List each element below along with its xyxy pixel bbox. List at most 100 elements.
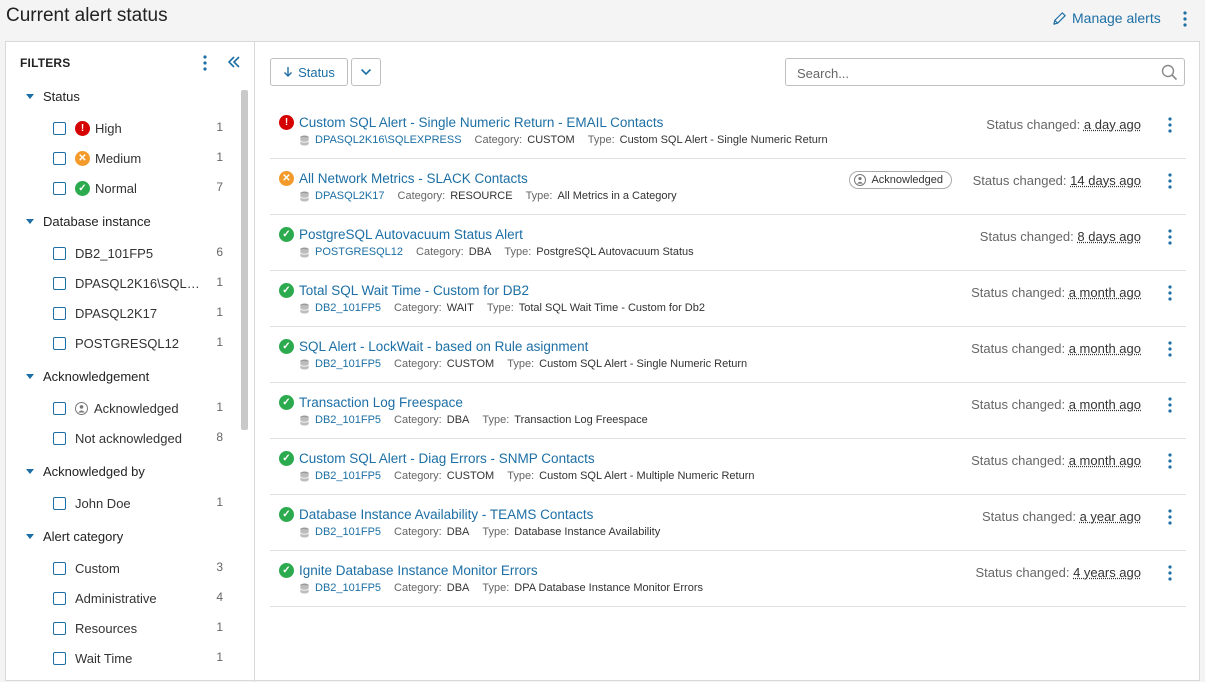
- filter-item-postgresql12[interactable]: POSTGRESQL12 1: [53, 333, 231, 353]
- filter-item-label: DB2_101FP5: [75, 245, 154, 261]
- database-link[interactable]: DB2_101FP5: [315, 414, 381, 426]
- checkbox[interactable]: [53, 336, 66, 350]
- filter-group-database-instance[interactable]: Database instance: [26, 214, 151, 229]
- alert-row[interactable]: ✓ Database Instance Availability - TEAMS …: [270, 495, 1186, 551]
- row-menu-kebab-icon[interactable]: [1164, 172, 1176, 190]
- alert-row[interactable]: ! Custom SQL Alert - Single Numeric Retur…: [270, 103, 1186, 159]
- filter-group-status[interactable]: Status: [26, 89, 80, 104]
- status-changed: Status changed: 4 years ago: [975, 565, 1141, 580]
- checkbox[interactable]: [53, 121, 66, 135]
- checkbox[interactable]: [53, 151, 66, 165]
- row-menu-kebab-icon[interactable]: [1164, 564, 1176, 582]
- type-key: Type:: [525, 190, 553, 202]
- filter-group-acknowledgement[interactable]: Acknowledgement: [26, 369, 149, 384]
- status-changed-time: a month ago: [1068, 285, 1141, 300]
- filter-item-not-acknowledged[interactable]: Not acknowledged 8: [53, 428, 231, 448]
- checkbox[interactable]: [53, 651, 66, 665]
- database-link[interactable]: DB2_101FP5: [315, 470, 381, 482]
- alert-name-link[interactable]: All Network Metrics - SLACK Contacts: [299, 171, 528, 186]
- row-menu-kebab-icon[interactable]: [1164, 116, 1176, 134]
- filter-item-label: Administrative: [75, 590, 157, 606]
- checkbox[interactable]: [53, 276, 66, 290]
- checkbox[interactable]: [53, 621, 66, 635]
- filters-menu-kebab-icon[interactable]: [198, 54, 212, 72]
- alert-name-link[interactable]: Ignite Database Instance Monitor Errors: [299, 563, 538, 578]
- database-link[interactable]: DB2_101FP5: [315, 302, 381, 314]
- status-changed: Status changed: 8 days ago: [980, 229, 1141, 244]
- filter-group-acknowledged-by[interactable]: Acknowledged by: [26, 464, 145, 479]
- alert-row[interactable]: ✕ All Network Metrics - SLACK Contacts DPA…: [270, 159, 1186, 215]
- filter-item-count: 1: [216, 495, 223, 509]
- database-link[interactable]: DB2_101FP5: [315, 358, 381, 370]
- row-menu-kebab-icon[interactable]: [1164, 508, 1176, 526]
- alert-name-link[interactable]: SQL Alert - LockWait - based on Rule asi…: [299, 339, 588, 354]
- filter-item-dpasql2k16[interactable]: DPASQL2K16\SQLEXPRESS 1: [53, 273, 231, 293]
- alert-row[interactable]: ✓ PostgreSQL Autovacuum Status Alert POSTG…: [270, 215, 1186, 271]
- checkbox[interactable]: [53, 431, 66, 445]
- acknowledged-icon: [854, 174, 867, 186]
- filters-title: FILTERS: [20, 56, 71, 70]
- filter-item-label: Medium: [95, 150, 142, 166]
- category-value: CUSTOM: [446, 470, 495, 482]
- status-changed: Status changed: a month ago: [971, 397, 1141, 412]
- search-input[interactable]: [795, 60, 1159, 86]
- sort-dropdown-button[interactable]: [351, 58, 381, 86]
- manage-alerts-link[interactable]: Manage alerts: [1052, 10, 1161, 26]
- filter-item-wait-time[interactable]: Wait Time 1: [53, 648, 231, 668]
- alert-row[interactable]: ✓ SQL Alert - LockWait - based on Rule as…: [270, 327, 1186, 383]
- chevron-down-icon: [360, 68, 372, 76]
- kebab-icon[interactable]: [1178, 10, 1192, 28]
- row-menu-kebab-icon[interactable]: [1164, 452, 1176, 470]
- type-value: DPA Database Instance Monitor Errors: [514, 582, 703, 594]
- checkbox[interactable]: [53, 401, 66, 415]
- normal-status-icon: ✓: [279, 451, 294, 466]
- type-key: Type:: [507, 358, 535, 370]
- alert-row[interactable]: ✓ Ignite Database Instance Monitor Errors…: [270, 551, 1186, 607]
- sort-status-button[interactable]: Status: [270, 58, 348, 86]
- checkbox[interactable]: [53, 496, 66, 510]
- alert-row[interactable]: ✓ Custom SQL Alert - Diag Errors - SNMP C…: [270, 439, 1186, 495]
- database-link[interactable]: DB2_101FP5: [315, 526, 381, 538]
- filter-item-custom[interactable]: Custom 3: [53, 558, 231, 578]
- filter-item-normal[interactable]: ✓ Normal 7: [53, 178, 231, 198]
- category-value: DBA: [446, 582, 470, 594]
- alert-name-link[interactable]: Custom SQL Alert - Single Numeric Return…: [299, 115, 663, 130]
- alert-row[interactable]: ✓ Transaction Log Freespace DB2_101FP5 Cate…: [270, 383, 1186, 439]
- filter-item-medium[interactable]: ✕ Medium 1: [53, 148, 231, 168]
- filter-item-db2-101fp5[interactable]: DB2_101FP5 6: [53, 243, 231, 263]
- alert-name-link[interactable]: Database Instance Availability - TEAMS C…: [299, 507, 593, 522]
- alert-row[interactable]: ✓ Total SQL Wait Time - Custom for DB2 DB2…: [270, 271, 1186, 327]
- caret-down-icon: [26, 94, 34, 99]
- filter-item-acknowledged[interactable]: Acknowledged 1: [53, 398, 231, 418]
- row-menu-kebab-icon[interactable]: [1164, 284, 1176, 302]
- database-icon: [299, 527, 310, 537]
- search-box: [785, 58, 1185, 86]
- filter-item-count: 3: [216, 560, 223, 574]
- checkbox[interactable]: [53, 306, 66, 320]
- alert-name-link[interactable]: Total SQL Wait Time - Custom for DB2: [299, 283, 529, 298]
- filter-item-john-doe[interactable]: John Doe 1: [53, 493, 231, 513]
- filter-item-high[interactable]: ! High 1: [53, 118, 231, 138]
- filter-item-dpasql2k17[interactable]: DPASQL2K17 1: [53, 303, 231, 323]
- category-value: RESOURCE: [450, 190, 513, 202]
- filter-item-administrative[interactable]: Administrative 4: [53, 588, 231, 608]
- database-link[interactable]: POSTGRESQL12: [315, 246, 403, 258]
- alert-name-link[interactable]: PostgreSQL Autovacuum Status Alert: [299, 227, 523, 242]
- row-menu-kebab-icon[interactable]: [1164, 396, 1176, 414]
- row-menu-kebab-icon[interactable]: [1164, 228, 1176, 246]
- filter-group-alert-category[interactable]: Alert category: [26, 529, 123, 544]
- filter-item-resources[interactable]: Resources 1: [53, 618, 231, 638]
- search-icon[interactable]: [1161, 64, 1178, 81]
- collapse-sidebar-icon[interactable]: [226, 54, 242, 70]
- checkbox[interactable]: [53, 246, 66, 260]
- checkbox[interactable]: [53, 561, 66, 575]
- database-link[interactable]: DPASQL2K16\SQLEXPRESS: [315, 134, 462, 146]
- row-menu-kebab-icon[interactable]: [1164, 340, 1176, 358]
- alert-name-link[interactable]: Transaction Log Freespace: [299, 395, 463, 410]
- database-link[interactable]: DPASQL2K17: [315, 190, 385, 202]
- checkbox[interactable]: [53, 591, 66, 605]
- checkbox[interactable]: [53, 181, 66, 195]
- database-link[interactable]: DB2_101FP5: [315, 582, 381, 594]
- alert-name-link[interactable]: Custom SQL Alert - Diag Errors - SNMP Co…: [299, 451, 595, 466]
- sidebar-scrollbar[interactable]: [241, 90, 248, 430]
